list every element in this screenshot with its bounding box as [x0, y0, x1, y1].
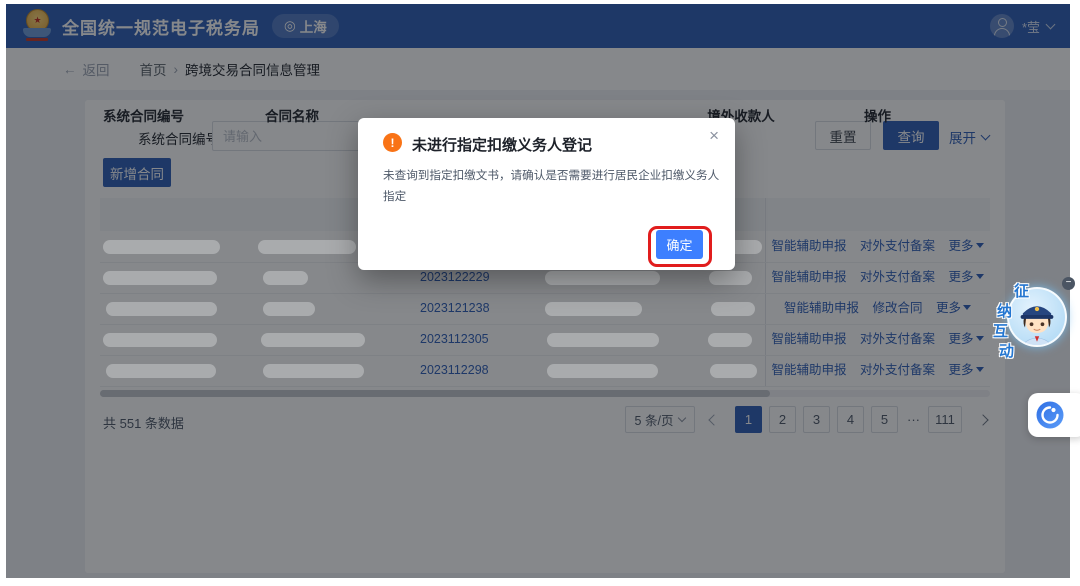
assistant-label-char: 互 [993, 320, 1008, 341]
warning-icon: ! [383, 133, 402, 152]
assistant-label-char: 纳 [997, 300, 1012, 321]
redacted-cell [545, 302, 642, 316]
minimize-icon[interactable]: − [1062, 277, 1075, 290]
redacted-cell [106, 302, 217, 316]
redacted-cell [258, 240, 356, 254]
redacted-cell [263, 271, 308, 285]
redacted-cell [103, 333, 217, 347]
redacted-cell [106, 364, 216, 378]
dialog-title: 未进行指定扣缴义务人登记 [412, 134, 592, 155]
redacted-cell [710, 364, 757, 378]
redacted-cell [709, 271, 752, 285]
redacted-cell [547, 333, 659, 347]
assistant-label-char: 征 [1014, 280, 1029, 301]
highlight-annotation-rect [648, 226, 712, 267]
redacted-cell [103, 271, 217, 285]
redacted-cell [261, 333, 365, 347]
modal-dim-overlay [6, 4, 1070, 578]
redacted-cell [263, 364, 364, 378]
redacted-cell [708, 333, 752, 347]
page: { "app": { "title": "全国统一规范电子税务局", "loca… [0, 0, 1080, 586]
redacted-cell [103, 240, 220, 254]
redacted-cell [545, 271, 660, 285]
assistant-label-char: 动 [999, 340, 1014, 361]
redacted-cell [547, 364, 658, 378]
interaction-assistant-widget[interactable]: 征 纳 互 动 − [985, 270, 1080, 360]
dialog-message: 未查询到指定扣缴文书，请确认是否需要进行居民企业扣缴义务人指定 [383, 165, 721, 207]
interaction-launcher-icon[interactable] [1036, 401, 1064, 429]
side-launcher[interactable] [1028, 393, 1080, 437]
redacted-cell [711, 302, 755, 316]
app-window: ★ 全国统一规范电子税务局 ◎ 上海 *莹 ← 返回 首页 › 跨境交易合同信息… [6, 4, 1070, 578]
redacted-cell [263, 302, 315, 316]
close-icon[interactable]: × [709, 126, 719, 146]
